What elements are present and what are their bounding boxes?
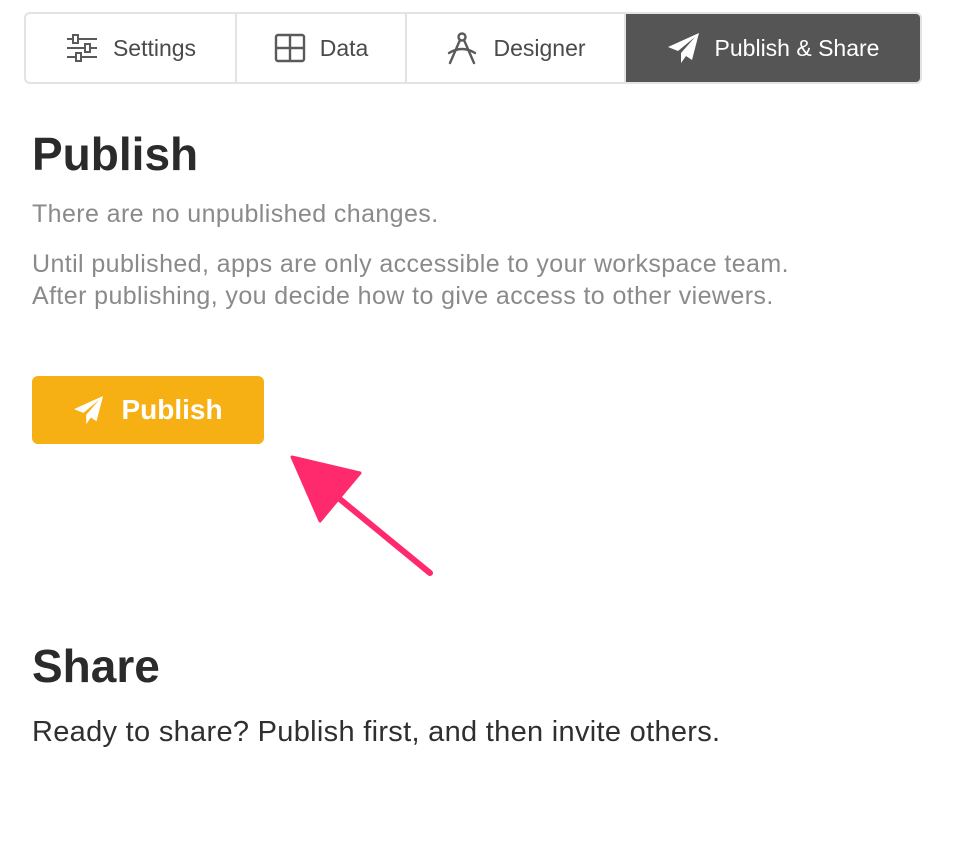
tab-data[interactable]: Data bbox=[237, 14, 407, 82]
share-text: Ready to share? Publish first, and then … bbox=[32, 716, 721, 748]
tab-publish-share-label: Publish & Share bbox=[714, 34, 880, 61]
tab-settings[interactable]: Settings bbox=[26, 14, 237, 82]
tab-designer[interactable]: Designer bbox=[407, 14, 626, 82]
compass-icon bbox=[448, 32, 477, 65]
sliders-icon bbox=[66, 34, 97, 62]
paper-plane-icon bbox=[667, 33, 699, 63]
share-heading: Share bbox=[32, 640, 160, 692]
publish-heading: Publish bbox=[32, 128, 199, 180]
tab-data-label: Data bbox=[319, 34, 369, 61]
publish-description: Until published, apps are only accessibl… bbox=[32, 248, 950, 312]
paper-plane-icon bbox=[74, 395, 104, 425]
publish-button-label: Publish bbox=[121, 394, 223, 425]
tab-bar: Settings Data Designer Publish & Share bbox=[24, 12, 922, 84]
publish-button[interactable]: Publish bbox=[32, 376, 264, 444]
grid-icon bbox=[274, 33, 305, 63]
publish-description-line-1: Until published, apps are only accessibl… bbox=[32, 250, 789, 278]
publish-description-line-2: After publishing, you decide how to give… bbox=[32, 282, 774, 310]
tab-settings-label: Settings bbox=[112, 34, 197, 61]
publish-status-text: There are no unpublished changes. bbox=[32, 200, 439, 228]
tab-publish-share[interactable]: Publish & Share bbox=[626, 14, 920, 82]
annotation-arrow-icon bbox=[290, 455, 433, 576]
tab-designer-label: Designer bbox=[493, 34, 586, 61]
